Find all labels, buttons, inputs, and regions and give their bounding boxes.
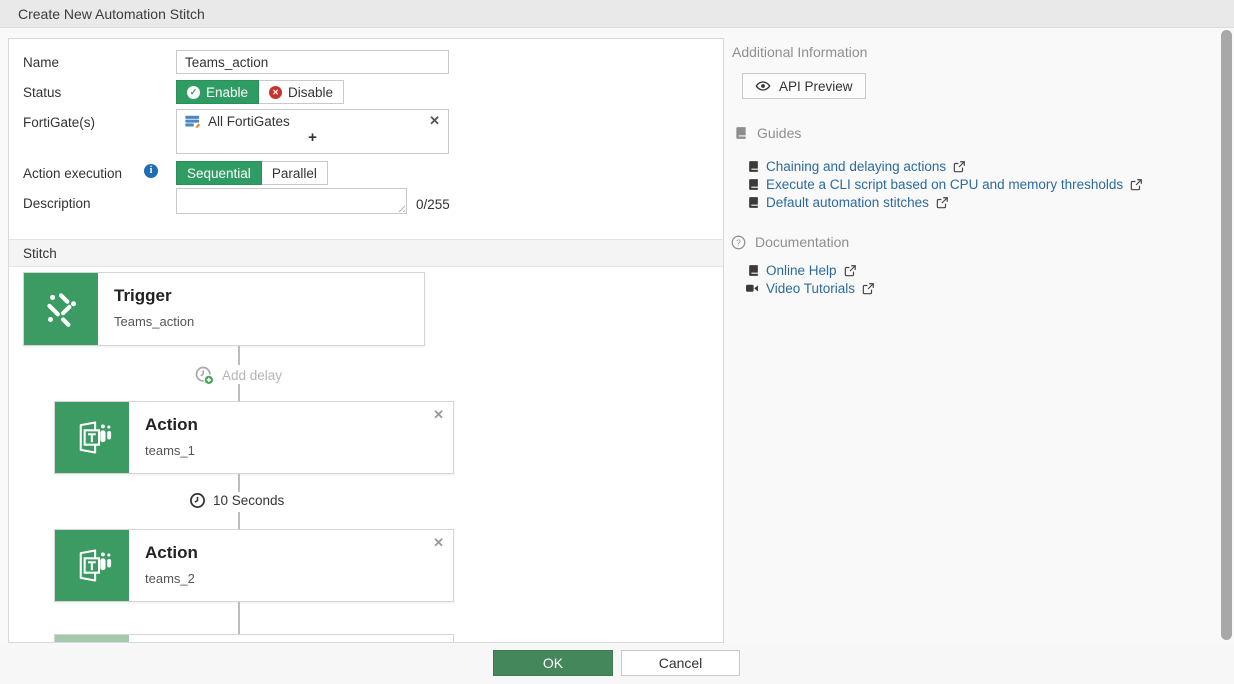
stitch-section-header: Stitch — [9, 239, 723, 267]
guide-link-row: Default automation stitches — [747, 195, 949, 210]
additional-information-title: Additional Information — [732, 44, 867, 60]
vertical-scrollbar[interactable] — [1221, 30, 1232, 640]
external-link-icon — [861, 282, 875, 296]
description-field-wrap — [176, 188, 407, 214]
connector-line — [238, 602, 240, 634]
clock-add-icon — [194, 365, 215, 386]
remove-action-icon[interactable]: ✕ — [433, 535, 444, 551]
sequential-button[interactable]: Sequential — [176, 161, 262, 185]
sequential-label: Sequential — [187, 166, 251, 181]
automation-stitch-form-panel: Name Status ✓ Enable ✕ Disable FortiGate… — [8, 38, 724, 643]
status-enable-label: Enable — [206, 85, 248, 100]
guides-title: Guides — [757, 125, 801, 141]
doc-link-online-help[interactable]: Online Help — [766, 263, 837, 278]
action-subtitle: teams_2 — [145, 571, 195, 586]
doc-link-row: Online Help — [747, 263, 857, 278]
action-title: Action — [145, 543, 198, 563]
action-execution-toggle: Sequential Parallel — [176, 161, 328, 185]
clock-icon — [189, 492, 206, 509]
guide-link-row: Chaining and delaying actions — [747, 159, 966, 174]
svg-text:?: ? — [736, 238, 741, 247]
delay-indicator[interactable]: 10 Seconds — [189, 492, 284, 509]
question-circle-icon: ? — [731, 235, 746, 250]
fortigates-entry-label: All FortiGates — [208, 114, 290, 129]
parallel-label: Parallel — [272, 166, 317, 181]
ok-button[interactable]: OK — [493, 650, 613, 676]
guide-link-row: Execute a CLI script based on CPU and me… — [747, 177, 1143, 192]
status-toggle: ✓ Enable ✕ Disable — [176, 80, 344, 104]
guide-link-chaining[interactable]: Chaining and delaying actions — [766, 159, 946, 174]
faded-action-tile — [55, 635, 129, 643]
parallel-button[interactable]: Parallel — [262, 161, 328, 185]
microsoft-teams-icon — [69, 414, 116, 461]
info-icon[interactable]: i — [144, 164, 158, 178]
documentation-title: Documentation — [755, 234, 849, 250]
trigger-subtitle: Teams_action — [114, 314, 194, 329]
status-disable-label: Disable — [288, 85, 333, 100]
book-icon — [747, 160, 760, 173]
add-delay-label: Add delay — [222, 368, 282, 383]
doc-link-row: Video Tutorials — [744, 281, 875, 296]
status-enable-button[interactable]: ✓ Enable — [176, 80, 259, 104]
connector-line — [238, 474, 240, 492]
documentation-section-header: ? Documentation — [731, 234, 849, 250]
trigger-title: Trigger — [114, 286, 172, 306]
action-execution-label: Action execution — [23, 166, 122, 181]
partial-next-card[interactable] — [54, 634, 454, 643]
add-fortigate-button[interactable]: + — [177, 129, 448, 147]
fortigates-entry[interactable]: All FortiGates ✕ — [177, 110, 448, 129]
api-preview-label: API Preview — [779, 79, 853, 94]
add-delay-button[interactable]: Add delay — [194, 365, 282, 386]
name-input[interactable] — [176, 50, 449, 74]
remove-fortigate-icon[interactable]: ✕ — [429, 113, 440, 129]
check-circle-icon: ✓ — [187, 86, 200, 99]
connector-line — [238, 384, 240, 401]
external-link-icon — [1129, 178, 1143, 192]
description-textarea[interactable] — [176, 188, 407, 214]
status-label: Status — [23, 85, 61, 100]
connector-line — [238, 512, 240, 529]
trigger-tile — [24, 273, 98, 345]
eye-icon — [755, 78, 771, 94]
microsoft-teams-icon — [69, 542, 116, 589]
book-icon — [734, 126, 748, 140]
x-circle-icon: ✕ — [269, 86, 282, 99]
automation-stitch-icon — [40, 288, 82, 330]
action-tile — [55, 530, 129, 601]
description-label: Description — [23, 196, 91, 211]
guide-link-default-stitches[interactable]: Default automation stitches — [766, 195, 929, 210]
dialog-footer: OK Cancel — [0, 643, 1234, 684]
api-preview-button[interactable]: API Preview — [742, 73, 866, 99]
external-link-icon — [935, 196, 949, 210]
book-icon — [747, 264, 760, 277]
fortigate-device-icon — [185, 115, 201, 128]
dialog-title: Create New Automation Stitch — [0, 0, 1234, 28]
book-icon — [747, 178, 760, 191]
name-label: Name — [23, 55, 59, 70]
doc-link-video-tutorials[interactable]: Video Tutorials — [766, 281, 855, 296]
video-camera-icon — [744, 282, 760, 295]
delay-label: 10 Seconds — [213, 493, 284, 508]
fortigates-select-box[interactable]: All FortiGates ✕ + — [176, 109, 449, 154]
description-char-counter: 0/255 — [416, 197, 450, 212]
fortigates-label: FortiGate(s) — [23, 115, 95, 130]
remove-action-icon[interactable]: ✕ — [433, 407, 444, 423]
book-icon — [747, 196, 760, 209]
action-title: Action — [145, 415, 198, 435]
action-card-teams-2[interactable]: Action teams_2 ✕ — [54, 529, 454, 602]
guides-section-header: Guides — [734, 125, 801, 141]
trigger-card[interactable]: Trigger Teams_action — [23, 272, 425, 346]
action-subtitle: teams_1 — [145, 443, 195, 458]
external-link-icon — [843, 264, 857, 278]
guide-link-cli-script[interactable]: Execute a CLI script based on CPU and me… — [766, 177, 1123, 192]
action-card-teams-1[interactable]: Action teams_1 ✕ — [54, 401, 454, 474]
connector-line — [238, 346, 240, 365]
cancel-button[interactable]: Cancel — [621, 650, 740, 676]
external-link-icon — [952, 160, 966, 174]
status-disable-button[interactable]: ✕ Disable — [259, 80, 344, 104]
action-tile — [55, 402, 129, 473]
